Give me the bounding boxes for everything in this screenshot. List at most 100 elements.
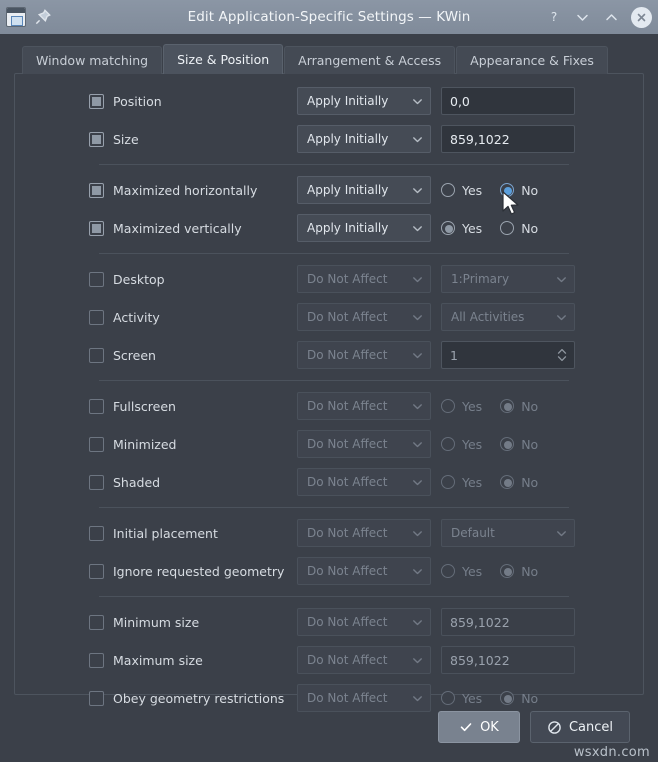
label-fullscreen: Fullscreen <box>113 398 176 414</box>
radio-yes-ignore-requested-geometry: Yes <box>441 564 482 579</box>
checkbox-wrap-shaded[interactable]: Shaded <box>89 474 297 490</box>
checkbox-wrap-desktop[interactable]: Desktop <box>89 271 297 287</box>
row-obey-geometry-restrictions: Obey geometry restrictions Do Not Affect Y… <box>15 679 643 717</box>
radio-group-maximized-vertically: Yes No <box>441 221 575 236</box>
checkbox-wrap-maximum-size[interactable]: Maximum size <box>89 652 297 668</box>
checkbox-wrap-ignore-requested-geometry[interactable]: Ignore requested geometry <box>89 563 297 579</box>
checkbox-ignore-requested-geometry[interactable] <box>89 563 104 579</box>
policy-combo-ignore-requested-geometry: Do Not Affect <box>297 557 431 585</box>
checkbox-maximized-vertically[interactable] <box>89 220 104 236</box>
radio-dot <box>441 183 455 197</box>
checkbox-wrap-size[interactable]: Size <box>89 131 297 147</box>
checkbox-maximized-horizontally[interactable] <box>89 182 104 198</box>
row-position: Position Apply Initially 0,0 <box>15 82 643 120</box>
radio-label: No <box>521 690 539 706</box>
policy-combo-position[interactable]: Apply Initially <box>297 87 431 115</box>
checkbox-wrap-screen[interactable]: Screen <box>89 347 297 363</box>
checkbox-activity[interactable] <box>89 309 104 325</box>
cancel-icon <box>548 720 561 734</box>
label-size: Size <box>113 131 139 147</box>
text-field-position[interactable]: 0,0 <box>441 87 575 115</box>
radio-dot <box>500 475 515 489</box>
text-field-size[interactable]: 859,1022 <box>441 125 575 153</box>
checkbox-obey-geometry-restrictions[interactable] <box>89 690 104 706</box>
policy-combo-maximum-size: Do Not Affect <box>297 646 431 674</box>
checkbox-wrap-initial-placement[interactable]: Initial placement <box>89 525 297 541</box>
policy-combo-value: Do Not Affect <box>307 526 388 540</box>
spinner-arrows-icon[interactable] <box>555 346 569 364</box>
label-ignore-requested-geometry: Ignore requested geometry <box>113 563 285 579</box>
tab-appearance-fixes[interactable]: Appearance & Fixes <box>456 46 608 74</box>
radio-no-maximized-horizontally[interactable]: No <box>500 183 538 198</box>
checkbox-wrap-activity[interactable]: Activity <box>89 309 297 325</box>
row-activity: Activity Do Not Affect All Activities <box>15 298 643 336</box>
checkbox-wrap-minimum-size[interactable]: Minimum size <box>89 614 297 630</box>
tab-label: Size & Position <box>177 52 270 67</box>
value-column-activity: All Activities <box>441 303 575 331</box>
check-icon <box>460 723 472 732</box>
checkbox-wrap-position[interactable]: Position <box>89 93 297 109</box>
checkbox-wrap-minimized[interactable]: Minimized <box>89 436 297 452</box>
minimize-icon[interactable] <box>573 8 592 27</box>
window-icon <box>6 7 26 27</box>
policy-combo-value: Apply Initially <box>307 221 389 235</box>
chevron-down-icon <box>557 314 566 320</box>
policy-combo-value: Do Not Affect <box>307 615 388 629</box>
help-icon[interactable]: ? <box>544 8 563 27</box>
checkbox-wrap-maximized-horizontally[interactable]: Maximized horizontally <box>89 182 297 198</box>
checkbox-initial-placement[interactable] <box>89 525 104 541</box>
value-combo-text: 1:Primary <box>451 272 510 286</box>
checkbox-desktop[interactable] <box>89 271 104 287</box>
checkbox-size[interactable] <box>89 131 104 147</box>
radio-yes-obey-geometry-restrictions: Yes <box>441 691 482 706</box>
chevron-down-icon <box>413 479 422 485</box>
chevron-down-icon <box>413 619 422 625</box>
row-fullscreen: Fullscreen Do Not Affect Yes No <box>15 387 643 425</box>
checkbox-position[interactable] <box>89 93 104 109</box>
checkbox-wrap-obey-geometry-restrictions[interactable]: Obey geometry restrictions <box>89 690 297 706</box>
checkbox-minimum-size[interactable] <box>89 614 104 630</box>
label-screen: Screen <box>113 347 156 363</box>
checkbox-minimized[interactable] <box>89 436 104 452</box>
tab-window-matching[interactable]: Window matching <box>22 46 163 74</box>
radio-label: No <box>521 182 539 198</box>
radio-no-maximized-vertically[interactable]: No <box>500 221 538 236</box>
pin-icon[interactable] <box>34 8 52 26</box>
value-combo-text: Default <box>451 526 495 540</box>
checkbox-fullscreen[interactable] <box>89 398 104 414</box>
maximize-icon[interactable] <box>602 8 621 27</box>
policy-combo-maximized-vertically[interactable]: Apply Initially <box>297 214 431 242</box>
close-icon[interactable] <box>631 6 652 28</box>
radio-label: No <box>521 563 539 579</box>
policy-combo-value: Do Not Affect <box>307 691 388 705</box>
checkbox-screen[interactable] <box>89 347 104 363</box>
radio-yes-maximized-horizontally[interactable]: Yes <box>441 183 482 198</box>
chevron-down-icon <box>413 225 422 231</box>
radio-no-fullscreen: No <box>500 399 538 414</box>
checkbox-maximum-size[interactable] <box>89 652 104 668</box>
chevron-down-icon <box>413 352 422 358</box>
radio-no-minimized: No <box>500 437 538 452</box>
tab-arrangement-access[interactable]: Arrangement & Access <box>284 46 456 74</box>
value-column-desktop: 1:Primary <box>441 265 575 293</box>
radio-group-fullscreen: Yes No <box>441 399 575 414</box>
policy-combo-maximized-horizontally[interactable]: Apply Initially <box>297 176 431 204</box>
label-initial-placement: Initial placement <box>113 525 218 541</box>
ok-button-label: OK <box>480 719 499 735</box>
checkbox-wrap-fullscreen[interactable]: Fullscreen <box>89 398 297 414</box>
text-field-maximum-size: 859,1022 <box>441 646 575 674</box>
radio-no-ignore-requested-geometry: No <box>500 564 538 579</box>
row-maximized-horizontally: Maximized horizontally Apply Initially Yes… <box>15 171 643 209</box>
row-initial-placement: Initial placement Do Not Affect Default <box>15 514 643 552</box>
radio-dot <box>500 564 515 578</box>
policy-combo-value: Apply Initially <box>307 132 389 146</box>
radio-yes-maximized-vertically[interactable]: Yes <box>441 221 482 236</box>
row-separator <box>99 596 569 597</box>
checkbox-shaded[interactable] <box>89 474 104 490</box>
policy-combo-value: Do Not Affect <box>307 475 388 489</box>
checkbox-wrap-maximized-vertically[interactable]: Maximized vertically <box>89 220 297 236</box>
policy-combo-size[interactable]: Apply Initially <box>297 125 431 153</box>
tab-size-position[interactable]: Size & Position <box>163 44 284 74</box>
chevron-down-icon <box>557 276 566 282</box>
radio-yes-minimized: Yes <box>441 437 482 452</box>
